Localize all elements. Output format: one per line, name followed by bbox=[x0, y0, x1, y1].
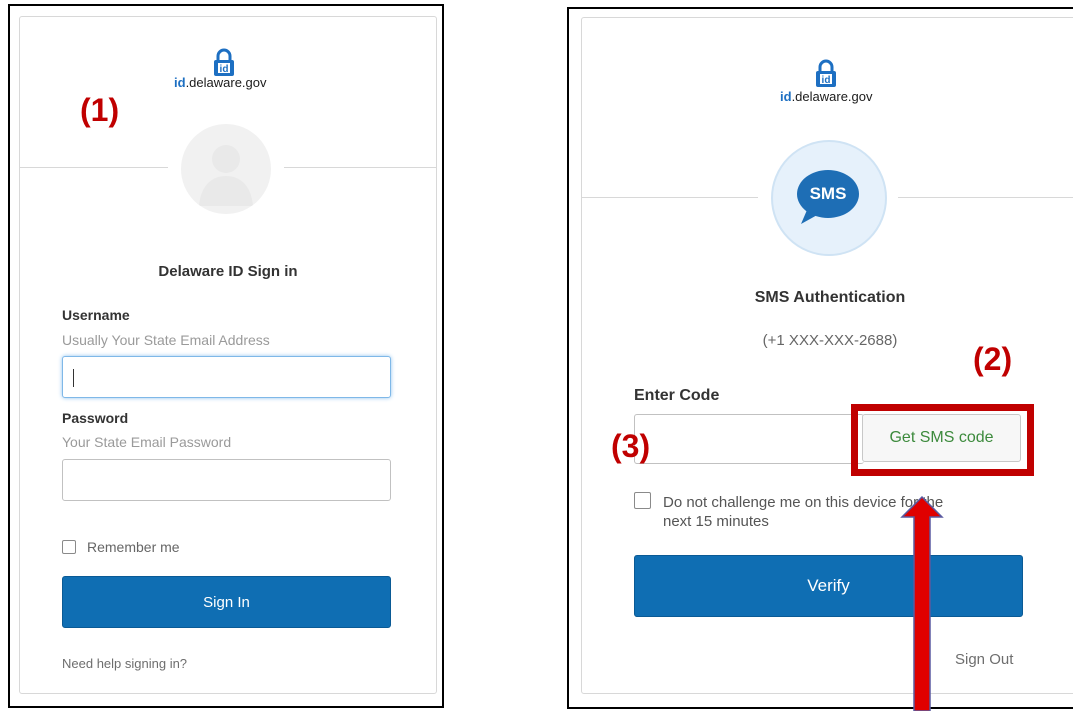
username-input[interactable] bbox=[62, 356, 391, 398]
annotation-label-1: (1) bbox=[80, 92, 120, 128]
logo-wordmark: id.delaware.gov bbox=[174, 75, 267, 90]
remember-me-checkbox[interactable] bbox=[62, 540, 76, 554]
page-title: Delaware ID Sign in bbox=[158, 263, 298, 280]
sign-out-link[interactable]: Sign Out bbox=[955, 651, 1013, 668]
annotation-label-2: (2) bbox=[973, 341, 1013, 377]
need-help-link[interactable]: Need help signing in? bbox=[62, 656, 187, 671]
svg-text:id: id bbox=[822, 75, 831, 86]
header-divider-left bbox=[20, 167, 168, 168]
dont-challenge-checkbox[interactable] bbox=[634, 492, 651, 509]
header-divider-left bbox=[582, 197, 758, 198]
page-title: SMS Authentication bbox=[754, 289, 906, 306]
enter-code-label: Enter Code bbox=[634, 387, 720, 404]
text-cursor bbox=[73, 369, 74, 387]
password-hint: Your State Email Password bbox=[62, 434, 232, 450]
username-hint: Usually Your State Email Address bbox=[62, 332, 270, 348]
get-sms-code-button[interactable]: Get SMS code bbox=[862, 414, 1021, 462]
header-divider-right bbox=[284, 167, 436, 168]
annotation-arrow-icon bbox=[900, 495, 944, 712]
sms-code-input[interactable] bbox=[634, 414, 864, 464]
svg-text:id: id bbox=[220, 64, 229, 75]
padlock-id-icon: id bbox=[814, 59, 838, 93]
remember-me-label: Remember me bbox=[87, 539, 180, 555]
header-divider-right bbox=[898, 197, 1073, 198]
annotation-label-3: (3) bbox=[611, 428, 651, 464]
logo-wordmark: id.delaware.gov bbox=[780, 89, 873, 104]
verify-button[interactable]: Verify bbox=[634, 555, 1023, 617]
password-input[interactable] bbox=[62, 459, 391, 501]
masked-phone-number: (+1 XXX-XXX-2688) bbox=[762, 332, 898, 349]
sign-in-button[interactable]: Sign In bbox=[62, 576, 391, 628]
user-silhouette-icon bbox=[181, 124, 271, 214]
sms-badge-text: SMS bbox=[809, 184, 847, 203]
username-label: Username bbox=[62, 307, 130, 323]
password-label: Password bbox=[62, 410, 129, 426]
